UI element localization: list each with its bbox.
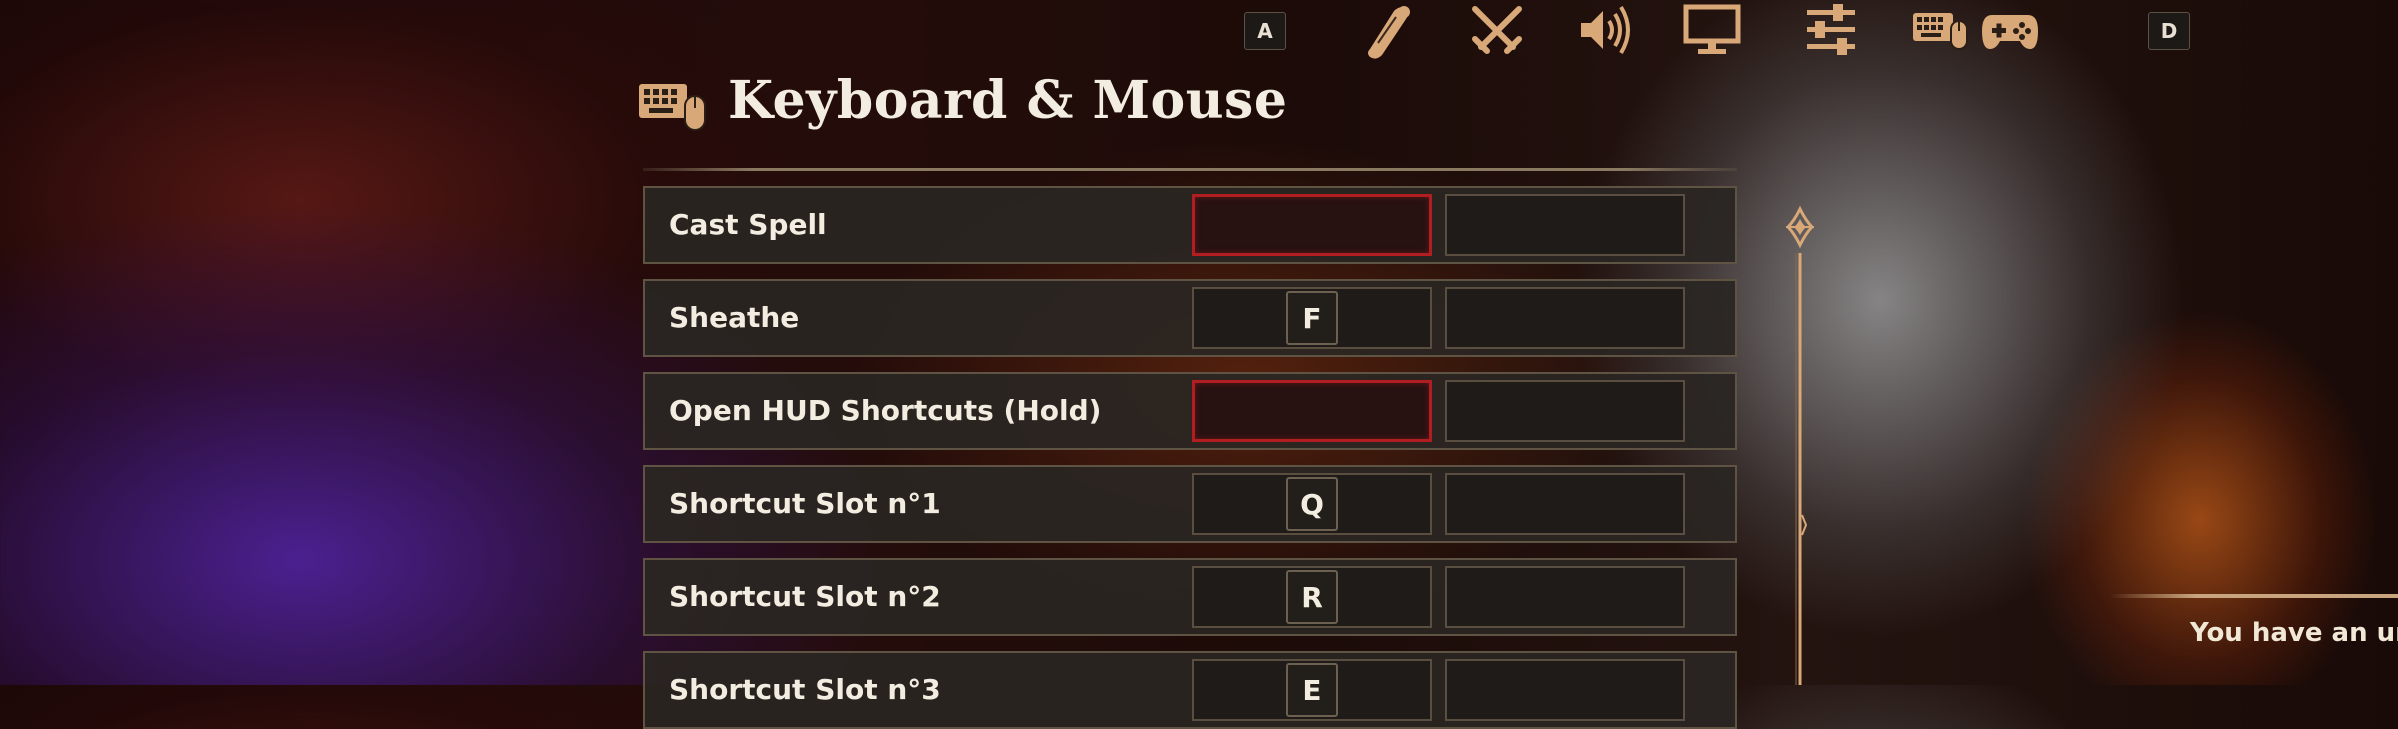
tab-combat[interactable] — [1462, 0, 1532, 60]
binding-row-cast-spell[interactable]: Cast Spell — [643, 186, 1737, 264]
primary-binding-slot[interactable]: E — [1192, 659, 1432, 721]
keyboard-mouse-icon — [639, 84, 706, 131]
tab-gameplay[interactable] — [1796, 0, 1866, 60]
prev-tab-key-hint[interactable]: A — [1244, 12, 1286, 50]
crossed-swords-icon — [1472, 6, 1522, 54]
secondary-binding-slot[interactable] — [1445, 566, 1685, 628]
binding-action-label: Sheathe — [669, 301, 800, 334]
keyboard-mouse-icon — [1913, 13, 1968, 50]
key-badge: R — [1286, 570, 1338, 624]
primary-binding-slot[interactable] — [1192, 380, 1432, 442]
notice-divider — [2110, 594, 2398, 598]
speaker-icon — [1581, 5, 1630, 55]
sliders-icon — [1807, 4, 1855, 55]
binding-row-shortcut-slot-2[interactable]: Shortcut Slot n°2 R — [643, 558, 1737, 636]
primary-binding-slot[interactable]: R — [1192, 566, 1432, 628]
next-tab-key-hint[interactable]: D — [2148, 12, 2190, 50]
binding-row-sheathe[interactable]: Sheathe F — [643, 279, 1737, 357]
key-badge: F — [1286, 291, 1338, 345]
primary-binding-slot[interactable] — [1192, 194, 1432, 256]
tab-controller[interactable] — [1975, 0, 2045, 60]
secondary-binding-slot[interactable] — [1445, 287, 1685, 349]
scroll-icon — [1368, 6, 1410, 59]
binding-row-open-hud-shortcuts[interactable]: Open HUD Shortcuts (Hold) — [643, 372, 1737, 450]
binding-action-label: Shortcut Slot n°3 — [669, 673, 941, 706]
primary-binding-slot[interactable]: F — [1192, 287, 1432, 349]
gamepad-icon — [1982, 15, 2038, 49]
binding-action-label: Open HUD Shortcuts (Hold) — [669, 394, 1102, 427]
key-badge: Q — [1286, 477, 1338, 531]
title-divider — [643, 168, 1737, 171]
page-title: Keyboard & Mouse — [728, 70, 1288, 131]
tab-display[interactable] — [1677, 0, 1747, 60]
scrollbar-thumb-icon[interactable] — [1785, 205, 1815, 249]
secondary-binding-slot[interactable] — [1445, 473, 1685, 535]
tab-audio[interactable] — [1570, 0, 1640, 60]
secondary-binding-slot[interactable] — [1445, 194, 1685, 256]
secondary-binding-slot[interactable] — [1445, 659, 1685, 721]
unassigned-warning: You have an unas — [2190, 618, 2398, 648]
ornate-scrollbar[interactable] — [1772, 205, 1828, 685]
primary-binding-slot[interactable]: Q — [1192, 473, 1432, 535]
binding-action-label: Shortcut Slot n°2 — [669, 580, 941, 613]
secondary-binding-slot[interactable] — [1445, 380, 1685, 442]
tab-keyboard-mouse[interactable] — [1906, 0, 1976, 60]
binding-action-label: Shortcut Slot n°1 — [669, 487, 941, 520]
binding-row-shortcut-slot-3[interactable]: Shortcut Slot n°3 E — [643, 651, 1737, 729]
key-badge: E — [1286, 663, 1338, 717]
binding-row-shortcut-slot-1[interactable]: Shortcut Slot n°1 Q — [643, 465, 1737, 543]
tab-quests[interactable] — [1355, 0, 1425, 60]
monitor-icon — [1683, 4, 1741, 54]
binding-action-label: Cast Spell — [669, 208, 827, 241]
